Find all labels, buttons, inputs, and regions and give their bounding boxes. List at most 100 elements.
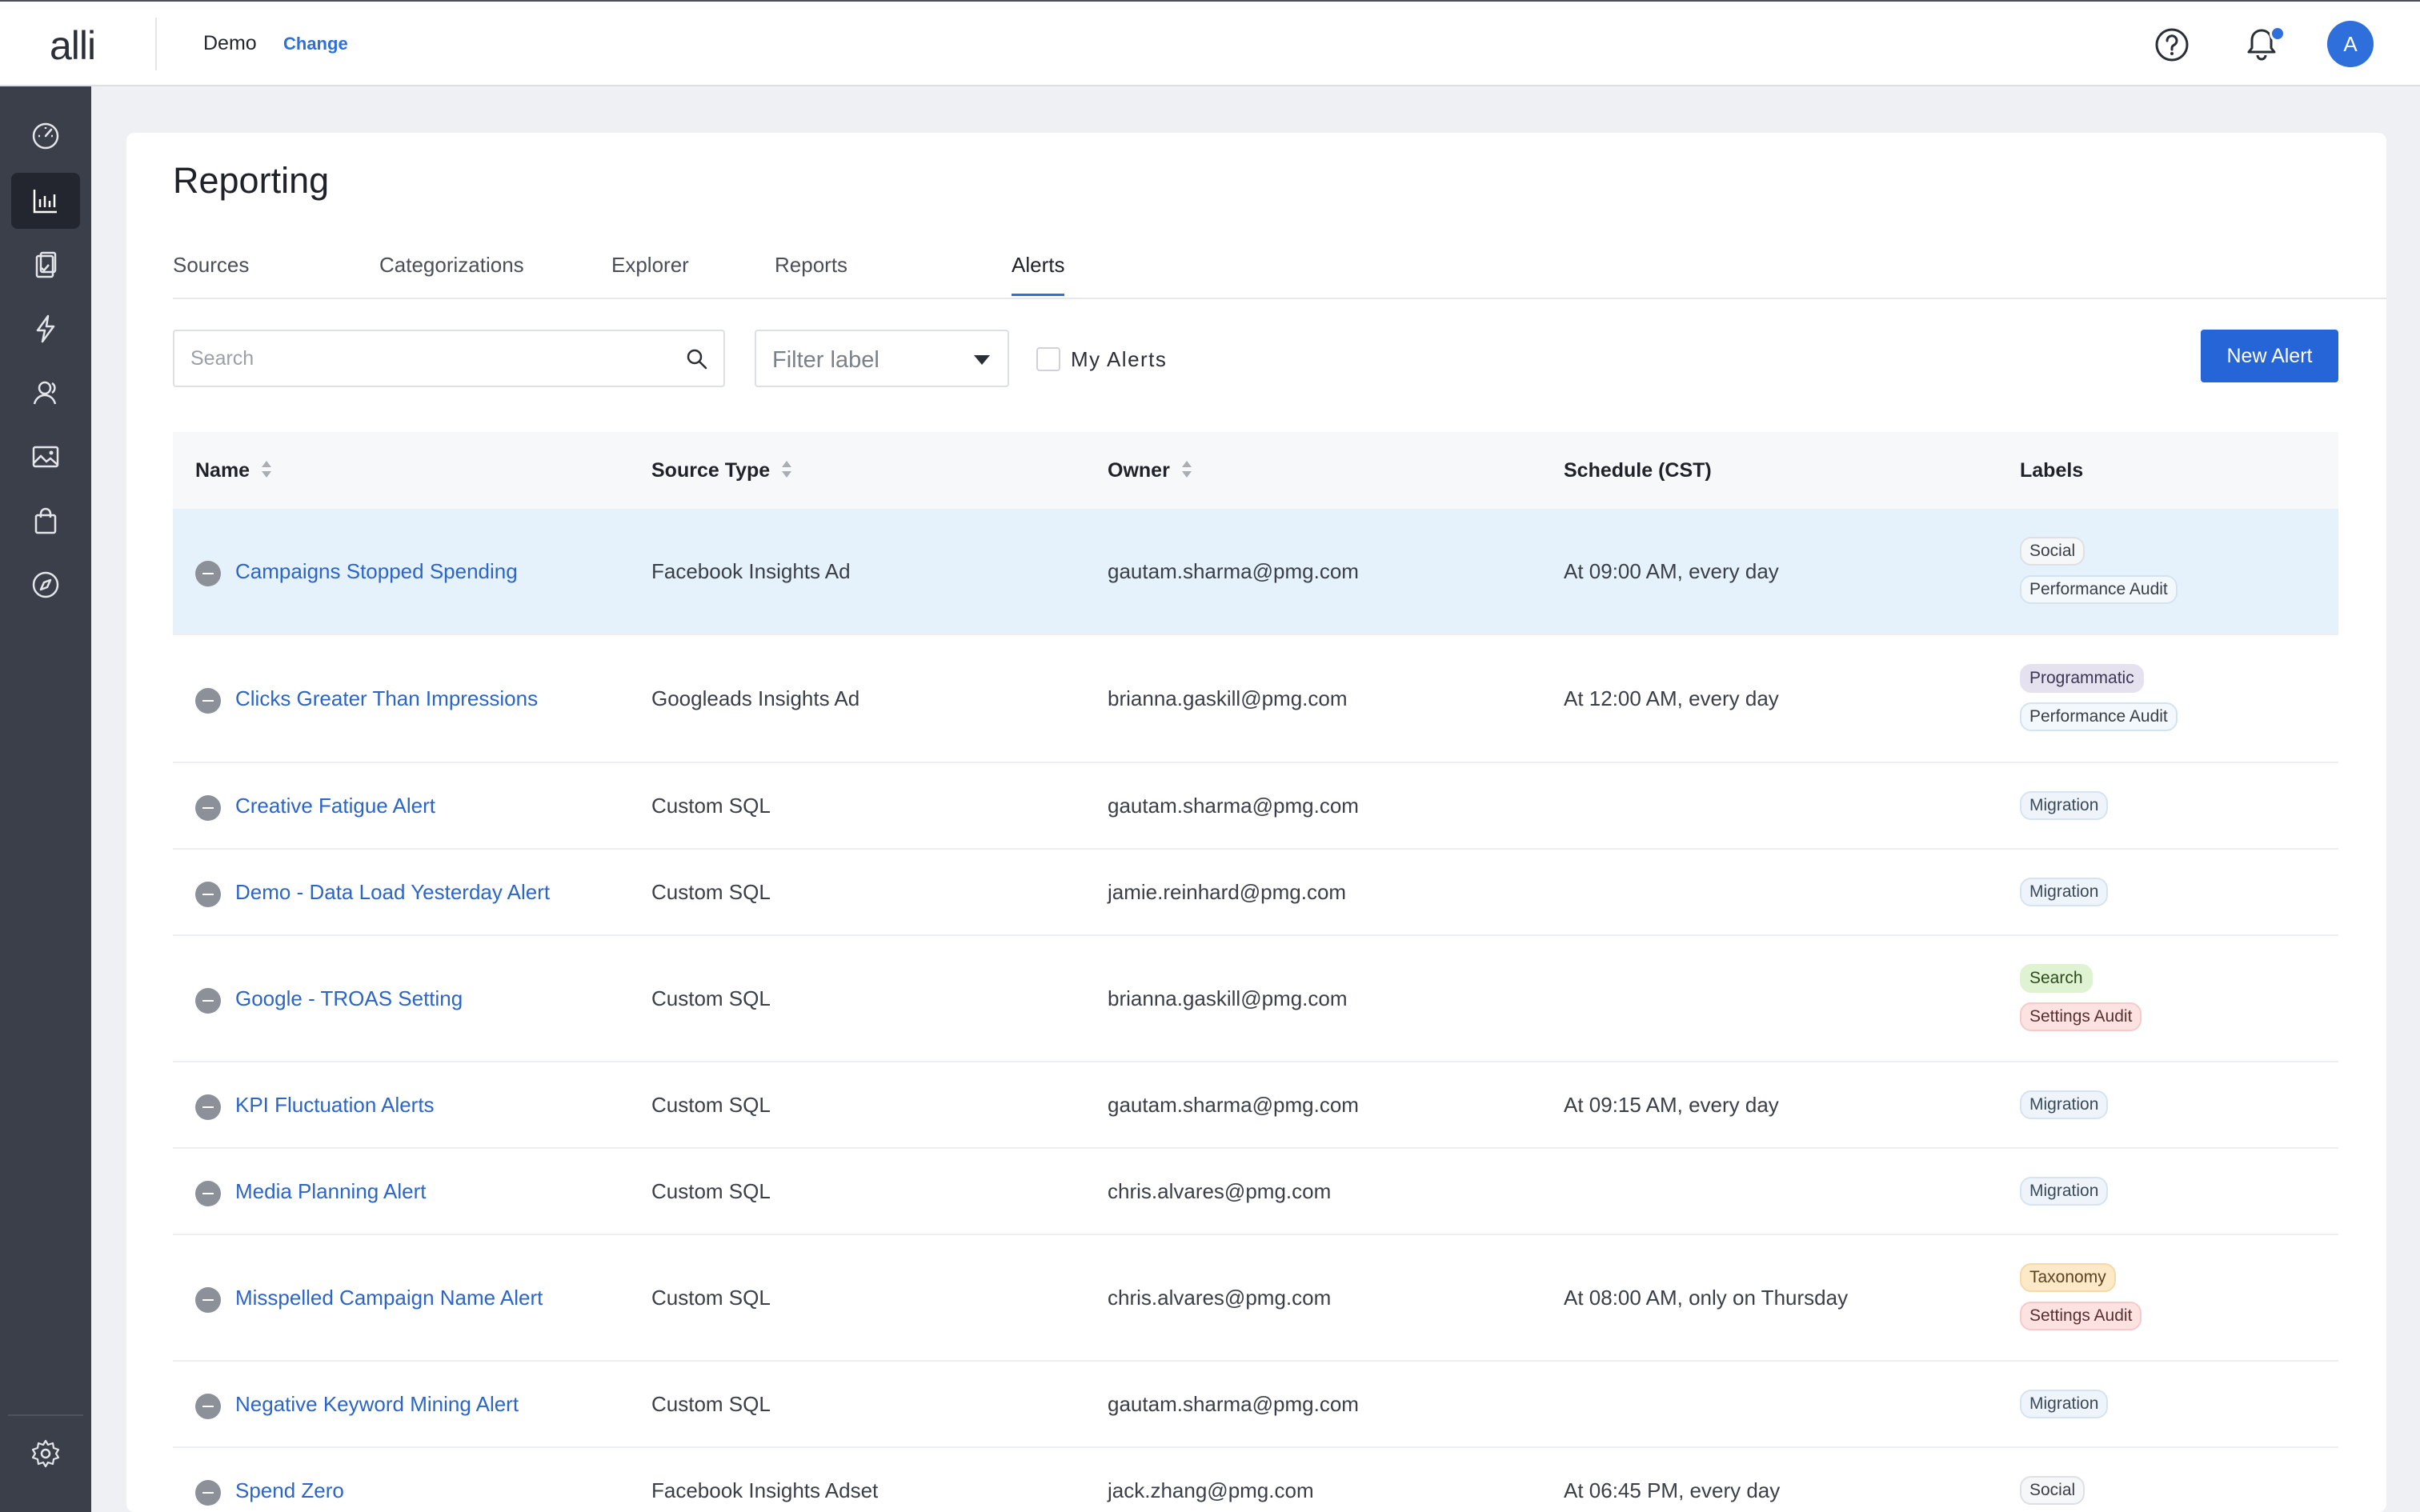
status-minus-icon[interactable] xyxy=(195,795,221,821)
owner-cell: brianna.gaskill@pmg.com xyxy=(1108,686,1348,710)
labels-cell: Migration xyxy=(2020,1177,2109,1215)
source-type-cell: Custom SQL xyxy=(651,1286,771,1310)
alli-logo[interactable]: alli xyxy=(50,22,96,69)
column-header-owner[interactable]: Owner xyxy=(1108,432,1192,509)
label-tag: Social xyxy=(2020,537,2085,566)
source-type-cell: Custom SQL xyxy=(651,1093,771,1117)
sort-icon[interactable] xyxy=(1181,459,1192,480)
status-minus-icon[interactable] xyxy=(195,561,221,586)
alert-name-link[interactable]: Negative Keyword Mining Alert xyxy=(235,1392,519,1417)
reporting-tabs: Sources Categorizations Explorer Reports… xyxy=(173,243,2386,299)
column-header-source-type-label: Source Type xyxy=(651,459,771,482)
table-row[interactable]: Creative Fatigue Alert Custom SQL gautam.s… xyxy=(173,763,2338,850)
table-row[interactable]: Misspelled Campaign Name Alert Custom SQL… xyxy=(173,1235,2338,1362)
alert-name-link[interactable]: Spend Zero xyxy=(235,1478,344,1503)
table-row[interactable]: Demo - Data Load Yesterday Alert Custom S… xyxy=(173,850,2338,936)
owner-cell: gautam.sharma@pmg.com xyxy=(1108,559,1359,583)
alert-name-link[interactable]: Campaigns Stopped Spending xyxy=(235,559,518,584)
change-workspace-link[interactable]: Change xyxy=(283,34,348,54)
label-tag: Migration xyxy=(2020,878,2109,906)
alert-name-link[interactable]: Media Planning Alert xyxy=(235,1179,426,1204)
status-minus-icon[interactable] xyxy=(195,1287,221,1313)
label-tag: Migration xyxy=(2020,1090,2109,1119)
search-icon[interactable] xyxy=(685,347,709,371)
status-minus-icon[interactable] xyxy=(195,988,221,1014)
new-alert-button[interactable]: New Alert xyxy=(2201,330,2338,382)
alert-name-link[interactable]: KPI Fluctuation Alerts xyxy=(235,1093,435,1118)
sort-icon[interactable] xyxy=(261,459,272,480)
gear-icon[interactable] xyxy=(11,1426,80,1482)
owner-cell: gautam.sharma@pmg.com xyxy=(1108,1392,1359,1416)
clipboard-check-icon[interactable] xyxy=(11,237,80,293)
alert-name-link[interactable]: Clicks Greater Than Impressions xyxy=(235,686,538,711)
table-row[interactable]: Negative Keyword Mining Alert Custom SQL g… xyxy=(173,1362,2338,1448)
labels-cell: Migration xyxy=(2020,878,2109,916)
column-header-name[interactable]: Name xyxy=(195,432,272,509)
status-minus-icon[interactable] xyxy=(195,688,221,714)
column-header-name-label: Name xyxy=(195,459,250,482)
source-type-cell: Googleads Insights Ad xyxy=(651,686,860,710)
top-bar: alli Demo Change A xyxy=(0,0,2420,86)
workspace-name: Demo xyxy=(203,32,257,54)
image-icon[interactable] xyxy=(11,429,80,485)
filter-label-select[interactable]: Filter label xyxy=(755,330,1009,387)
schedule-cell: At 08:00 AM, only on Thursday xyxy=(1564,1286,1849,1310)
lightning-icon[interactable] xyxy=(11,301,80,357)
source-type-cell: Facebook Insights Ad xyxy=(651,559,851,583)
label-tag: Migration xyxy=(2020,1390,2109,1418)
table-row[interactable]: Google - TROAS Setting Custom SQL brianna.… xyxy=(173,936,2338,1062)
status-minus-icon[interactable] xyxy=(195,1480,221,1506)
labels-cell: Migration xyxy=(2020,791,2109,830)
filter-label-value: Filter label xyxy=(772,347,879,373)
tab-alerts[interactable]: Alerts xyxy=(1012,243,1065,296)
sort-icon[interactable] xyxy=(781,459,792,480)
status-minus-icon[interactable] xyxy=(195,1094,221,1120)
source-type-cell: Custom SQL xyxy=(651,880,771,904)
tab-explorer[interactable]: Explorer xyxy=(611,243,689,296)
divider xyxy=(155,18,157,70)
dashboard-gauge-icon[interactable] xyxy=(11,107,80,163)
label-tag: Settings Audit xyxy=(2020,1302,2142,1330)
table-row[interactable]: KPI Fluctuation Alerts Custom SQL gautam.s… xyxy=(173,1062,2338,1149)
table-row[interactable]: Media Planning Alert Custom SQL chris.alva… xyxy=(173,1149,2338,1235)
alert-name-link[interactable]: Creative Fatigue Alert xyxy=(235,794,435,818)
table-row[interactable]: Spend Zero Facebook Insights Adset jack.zh… xyxy=(173,1448,2338,1512)
column-header-owner-label: Owner xyxy=(1108,459,1170,482)
tab-reports[interactable]: Reports xyxy=(775,243,847,296)
table-header: Name Source Type Owner Schedule (CST) La… xyxy=(173,432,2338,509)
search-input[interactable] xyxy=(190,347,671,370)
tab-sources[interactable]: Sources xyxy=(173,243,249,296)
status-minus-icon[interactable] xyxy=(195,882,221,907)
owner-cell: chris.alvares@pmg.com xyxy=(1108,1286,1332,1310)
alert-name-link[interactable]: Demo - Data Load Yesterday Alert xyxy=(235,880,550,905)
column-header-source-type[interactable]: Source Type xyxy=(651,432,792,509)
owner-cell: gautam.sharma@pmg.com xyxy=(1108,1093,1359,1117)
labels-cell: Migration xyxy=(2020,1090,2109,1129)
source-type-cell: Custom SQL xyxy=(651,1179,771,1203)
source-type-cell: Custom SQL xyxy=(651,986,771,1010)
label-tag: Programmatic xyxy=(2020,664,2144,693)
owner-cell: jack.zhang@pmg.com xyxy=(1108,1478,1314,1502)
schedule-cell: At 09:15 AM, every day xyxy=(1564,1093,1779,1117)
status-minus-icon[interactable] xyxy=(195,1394,221,1419)
labels-cell: Programmatic Performance Audit xyxy=(2020,664,2178,741)
label-tag: Settings Audit xyxy=(2020,1002,2142,1031)
table-row[interactable]: Clicks Greater Than Impressions Googleads… xyxy=(173,635,2338,763)
alert-name-link[interactable]: Google - TROAS Setting xyxy=(235,986,463,1011)
audience-users-icon[interactable] xyxy=(11,365,80,421)
bar-chart-icon[interactable] xyxy=(11,173,80,229)
user-avatar[interactable]: A xyxy=(2327,21,2374,67)
status-minus-icon[interactable] xyxy=(195,1181,221,1206)
schedule-cell: At 06:45 PM, every day xyxy=(1564,1478,1781,1502)
shopping-bag-icon[interactable] xyxy=(11,493,80,549)
my-alerts-checkbox[interactable] xyxy=(1036,347,1060,371)
label-tag: Migration xyxy=(2020,1177,2109,1206)
tab-categorizations[interactable]: Categorizations xyxy=(379,243,524,296)
schedule-cell: At 09:00 AM, every day xyxy=(1564,559,1779,583)
my-alerts-label[interactable]: My Alerts xyxy=(1071,347,1167,372)
labels-cell: Migration xyxy=(2020,1390,2109,1428)
alert-name-link[interactable]: Misspelled Campaign Name Alert xyxy=(235,1286,543,1310)
compass-icon[interactable] xyxy=(11,557,80,613)
help-icon[interactable] xyxy=(2154,27,2190,62)
table-row[interactable]: Campaigns Stopped Spending Facebook Insig… xyxy=(173,509,2338,635)
